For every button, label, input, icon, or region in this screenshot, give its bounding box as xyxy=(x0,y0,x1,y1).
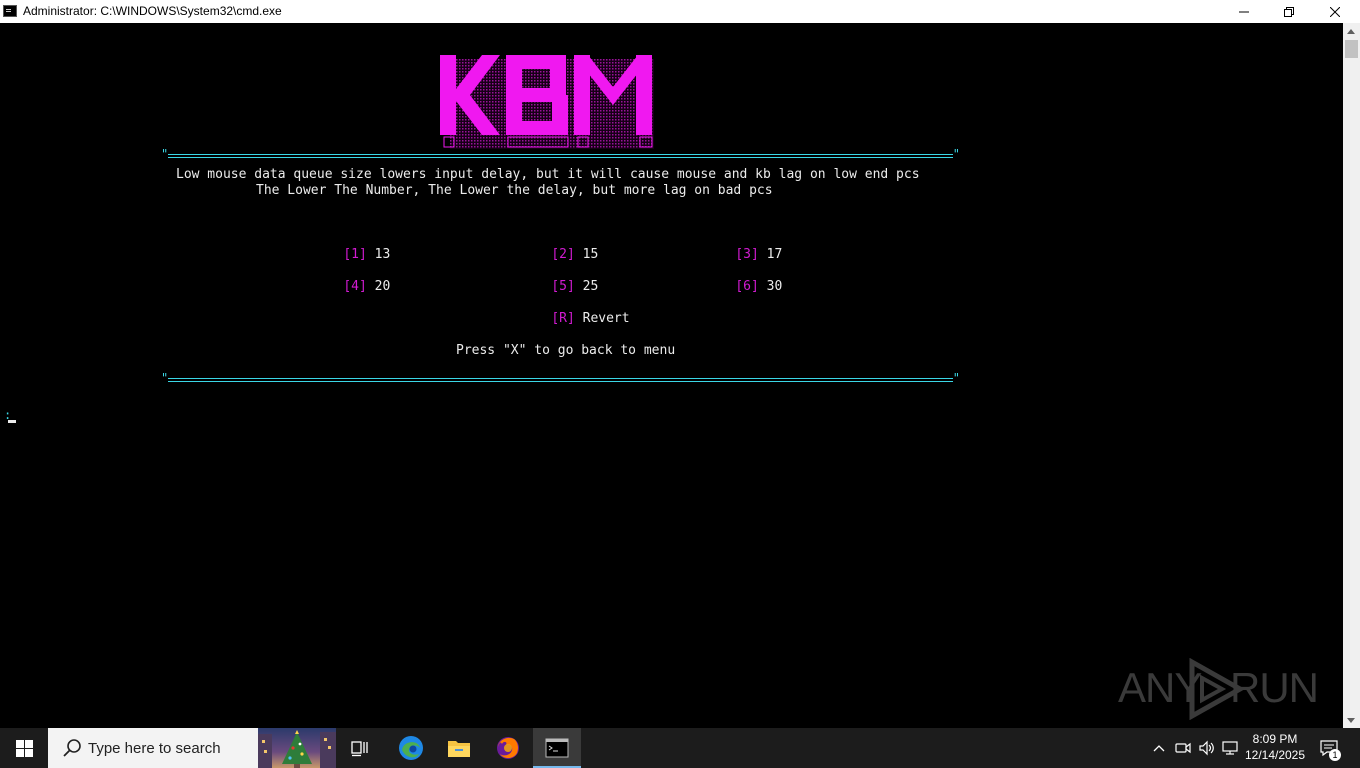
christmas-tree-icon xyxy=(258,730,336,768)
edge-icon xyxy=(399,736,423,760)
start-button[interactable] xyxy=(0,728,48,768)
windows-logo-icon xyxy=(15,739,33,757)
option-value: 13 xyxy=(374,247,391,262)
description-line-2: The Lower The Number, The Lower the dela… xyxy=(256,183,773,198)
folder-icon xyxy=(448,741,470,757)
window-title: Administrator: C:\WINDOWS\System32\cmd.e… xyxy=(23,4,282,18)
option-value: Revert xyxy=(582,311,630,326)
action-center-button[interactable] xyxy=(1316,728,1342,768)
watermark-right-text: RUN xyxy=(1230,664,1319,711)
kbm-ascii-logo xyxy=(440,55,654,149)
option-value: 20 xyxy=(374,279,391,294)
minimize-button[interactable] xyxy=(1221,0,1267,23)
close-button[interactable] xyxy=(1312,0,1358,23)
firefox-icon xyxy=(497,737,519,759)
search-icon xyxy=(63,739,81,757)
firefox-taskbar-button[interactable] xyxy=(484,728,532,768)
description-line-1: Low mouse data queue size lowers input d… xyxy=(176,167,920,182)
option-value: 17 xyxy=(766,247,783,262)
option-key: [2] xyxy=(551,247,575,262)
show-hidden-icons-button[interactable] xyxy=(1150,728,1168,768)
separator-bottom: " " xyxy=(161,371,960,385)
taskbar-clock[interactable]: 8:09 PM 12/14/2025 xyxy=(1244,731,1306,763)
camera-icon xyxy=(1175,742,1191,754)
taskbar-search-box[interactable]: Type here to search xyxy=(48,728,336,768)
option-key: [R] xyxy=(551,311,575,326)
cmd-app-icon[interactable] xyxy=(3,5,17,17)
option-revert[interactable]: [R] Revert xyxy=(520,295,630,343)
restore-button[interactable] xyxy=(1266,0,1312,23)
clock-time: 8:09 PM xyxy=(1252,732,1298,746)
edge-taskbar-button[interactable] xyxy=(387,728,435,768)
task-view-icon xyxy=(351,741,368,757)
option-key: [5] xyxy=(551,279,575,294)
scrollbar-thumb[interactable] xyxy=(1345,40,1358,58)
notification-count-badge: 1 xyxy=(1329,749,1341,761)
console-output[interactable]: " " Low mouse data queue size lowers inpu… xyxy=(0,23,1343,728)
network-icon xyxy=(1222,741,1238,755)
clock-date: 12/14/2025 xyxy=(1244,748,1306,762)
minimize-icon xyxy=(1239,11,1249,12)
scroll-down-icon[interactable] xyxy=(1347,718,1355,723)
vertical-scrollbar[interactable] xyxy=(1343,23,1360,728)
tray-meet-now-button[interactable] xyxy=(1173,728,1193,768)
volume-button[interactable] xyxy=(1197,728,1217,768)
file-explorer-taskbar-button[interactable] xyxy=(435,728,483,768)
task-view-button[interactable] xyxy=(336,728,384,768)
option-key: [4] xyxy=(343,279,367,294)
command-prompt-icon xyxy=(545,738,569,758)
search-placeholder: Type here to search xyxy=(88,740,221,757)
title-bar: Administrator: C:\WINDOWS\System32\cmd.e… xyxy=(0,0,1360,23)
taskbar: Type here to search 8:09 PM 12/14/2025 1 xyxy=(0,728,1360,768)
speaker-icon xyxy=(1199,740,1214,756)
search-highlight-image[interactable] xyxy=(258,728,336,768)
option-value: 25 xyxy=(582,279,599,294)
separator-top: " " xyxy=(161,147,960,161)
scroll-up-icon[interactable] xyxy=(1347,29,1355,34)
option-4[interactable]: [4] 20 xyxy=(312,263,390,311)
chevron-up-icon xyxy=(1153,745,1165,752)
option-key: [6] xyxy=(735,279,759,294)
option-value: 15 xyxy=(582,247,599,262)
option-key: [1] xyxy=(343,247,367,262)
back-hint: Press "X" to go back to menu xyxy=(456,343,676,358)
option-6[interactable]: [6] 30 xyxy=(704,263,782,311)
close-icon xyxy=(1330,6,1340,17)
option-value: 30 xyxy=(766,279,783,294)
cmd-taskbar-button[interactable] xyxy=(533,728,581,768)
restore-icon xyxy=(1284,6,1294,17)
option-key: [3] xyxy=(735,247,759,262)
anyrun-watermark: ANY RUN xyxy=(1118,658,1319,720)
text-cursor xyxy=(8,420,16,423)
network-button[interactable] xyxy=(1221,728,1241,768)
